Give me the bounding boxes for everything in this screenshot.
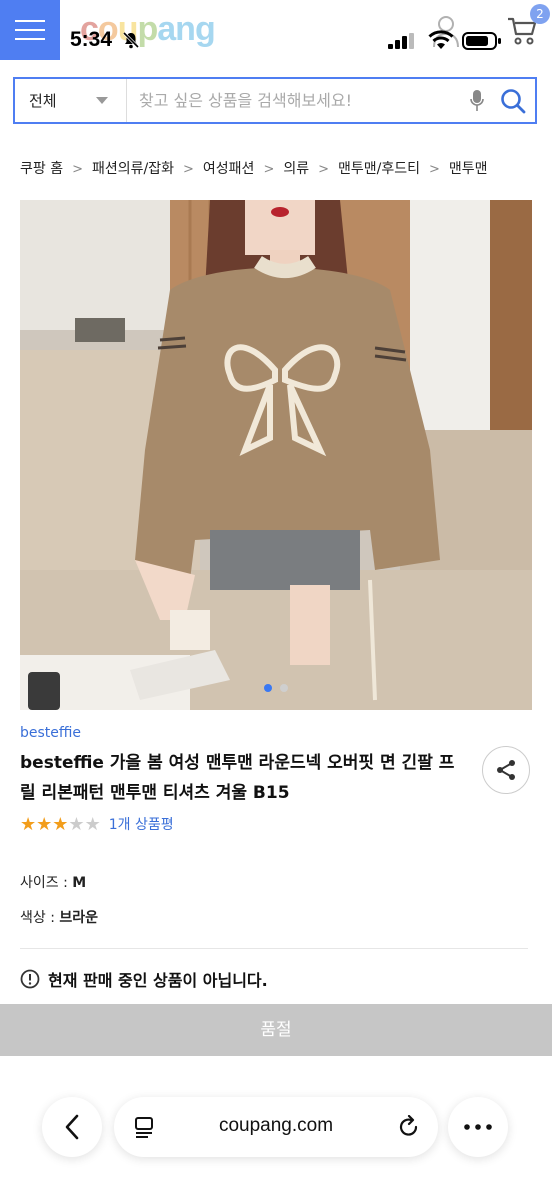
star-empty-icon: ★ bbox=[84, 813, 101, 835]
breadcrumb-separator-icon: > bbox=[318, 162, 330, 177]
product-title: besteffie 가을 봄 여성 맨투맨 라운드넥 오버핏 면 긴팔 프릴 리… bbox=[20, 753, 455, 803]
option-label: 색상 : bbox=[20, 910, 60, 926]
breadcrumb-item[interactable]: 의류 bbox=[283, 161, 309, 177]
microphone-icon bbox=[470, 89, 484, 111]
browser-toolbar: coupang.com bbox=[0, 1066, 552, 1200]
menu-icon-line bbox=[15, 29, 45, 31]
soldout-button[interactable]: 품절 bbox=[0, 1004, 552, 1056]
search-bar: 전체 bbox=[13, 77, 537, 124]
share-icon bbox=[497, 760, 515, 780]
search-button[interactable] bbox=[491, 88, 535, 114]
search-input[interactable] bbox=[127, 90, 463, 111]
menu-icon-line bbox=[15, 38, 45, 40]
carousel-dot[interactable] bbox=[280, 684, 288, 692]
breadcrumb-separator-icon: > bbox=[429, 162, 440, 177]
breadcrumb: 쿠팡 홈 > 패션의류/잡화 > 여성패션 > 의류 > 맨투맨/후드티 > 맨투맨 bbox=[20, 158, 488, 178]
review-count-link[interactable]: 1개 상품평 bbox=[109, 814, 174, 834]
star-filled-icon: ★ bbox=[52, 813, 69, 835]
mic-button[interactable] bbox=[463, 89, 491, 113]
breadcrumb-item[interactable]: 쿠팡 홈 bbox=[20, 161, 63, 177]
product-photo bbox=[20, 200, 532, 710]
product-image-carousel[interactable] bbox=[20, 200, 532, 710]
option-size: 사이즈 : M bbox=[20, 872, 86, 892]
breadcrumb-separator-icon: > bbox=[263, 162, 275, 177]
option-value: M bbox=[72, 875, 87, 891]
not-for-sale-notice: 현재 판매 중인 상품이 아닙니다. bbox=[20, 968, 268, 990]
notice-text: 현재 판매 중인 상품이 아닙니다. bbox=[48, 971, 268, 990]
search-icon bbox=[501, 88, 526, 113]
share-button[interactable] bbox=[482, 746, 530, 794]
brand-link[interactable]: besteffie bbox=[20, 725, 81, 741]
breadcrumb-separator-icon: > bbox=[183, 162, 194, 177]
menu-button[interactable] bbox=[0, 0, 60, 60]
breadcrumb-item[interactable]: 맨투맨 bbox=[449, 161, 488, 177]
wifi-icon bbox=[428, 30, 454, 49]
breadcrumb-item[interactable]: 패션의류/잡화 bbox=[92, 161, 174, 177]
url-text: coupang.com bbox=[218, 1115, 334, 1136]
search-category-select[interactable]: 전체 bbox=[15, 79, 127, 122]
more-button[interactable] bbox=[448, 1097, 508, 1157]
back-button[interactable] bbox=[42, 1097, 102, 1157]
breadcrumb-item[interactable]: 맨투맨/후드티 bbox=[338, 161, 420, 177]
app-header: coupang 5:34 2 bbox=[0, 0, 552, 62]
more-dots-icon bbox=[464, 1124, 492, 1130]
address-bar[interactable]: coupang.com bbox=[114, 1097, 438, 1157]
signal-icon bbox=[388, 33, 414, 49]
section-divider bbox=[20, 948, 528, 949]
option-label: 사이즈 : bbox=[20, 875, 73, 891]
chevron-left-icon bbox=[65, 1114, 79, 1140]
search-category-label: 전체 bbox=[29, 92, 57, 110]
rating-stars: ★★★★★ bbox=[20, 815, 101, 834]
rating-row: ★★★★★ 1개 상품평 bbox=[20, 814, 174, 834]
breadcrumb-item[interactable]: 여성패션 bbox=[203, 161, 255, 177]
menu-icon-line bbox=[15, 20, 45, 22]
star-empty-icon: ★ bbox=[68, 813, 85, 835]
status-time: 5:34 bbox=[70, 28, 113, 51]
star-filled-icon: ★ bbox=[36, 813, 53, 835]
bell-slash-icon bbox=[122, 31, 140, 49]
option-color: 색상 : 브라운 bbox=[20, 907, 98, 927]
option-value: 브라운 bbox=[59, 910, 99, 926]
alert-circle-icon bbox=[20, 969, 40, 989]
breadcrumb-separator-icon: > bbox=[72, 162, 83, 177]
carousel-indicator bbox=[20, 684, 532, 692]
battery-icon bbox=[462, 32, 501, 50]
reload-icon[interactable] bbox=[398, 1115, 420, 1139]
chevron-down-icon bbox=[96, 97, 108, 104]
carousel-dot-active[interactable] bbox=[264, 684, 272, 692]
cart-count-badge: 2 bbox=[530, 4, 550, 24]
star-filled-icon: ★ bbox=[20, 813, 37, 835]
